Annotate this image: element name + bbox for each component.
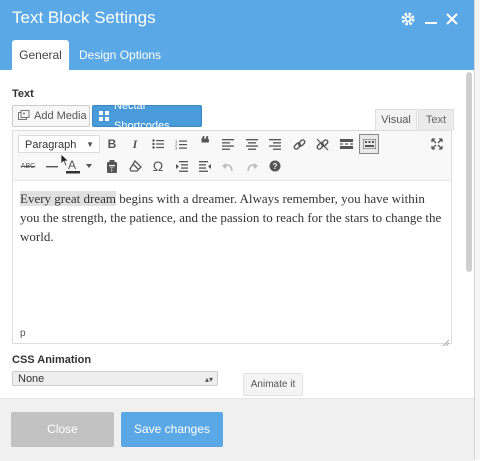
element-path: p: [20, 328, 26, 339]
scrollbar[interactable]: [466, 72, 472, 272]
animate-it-button[interactable]: Animate it: [243, 373, 303, 396]
gear-icon[interactable]: [398, 9, 418, 29]
paste-text-icon[interactable]: T: [102, 156, 122, 176]
tab-visual[interactable]: Visual: [375, 109, 417, 130]
text-block-settings-dialog: Text Block Settings General Design Optio…: [0, 0, 475, 461]
align-center-icon[interactable]: [242, 134, 262, 154]
format-select[interactable]: Paragraph ▼: [18, 135, 100, 153]
special-character-icon[interactable]: Ω: [148, 156, 168, 176]
text-section-label: Text: [12, 88, 34, 100]
italic-icon[interactable]: I: [125, 134, 145, 154]
text-editor: Paragraph ▼ B I 123 ❝ ABC A T Ω ? Every …: [12, 130, 452, 347]
css-animation-select[interactable]: None ▴▾: [12, 371, 218, 386]
close-button[interactable]: Close: [11, 412, 114, 447]
css-animation-value: None: [18, 373, 45, 385]
help-icon[interactable]: ?: [265, 156, 285, 176]
svg-text:?: ?: [273, 162, 278, 171]
fullscreen-icon[interactable]: [427, 134, 447, 154]
svg-text:3: 3: [175, 145, 178, 150]
numbered-list-icon[interactable]: 123: [171, 134, 191, 154]
align-left-icon[interactable]: [218, 134, 238, 154]
strikethrough-icon[interactable]: ABC: [18, 156, 38, 176]
tab-text[interactable]: Text: [418, 109, 454, 130]
add-media-label: Add Media: [34, 110, 87, 122]
editor-toolbar: Paragraph ▼ B I 123 ❝ ABC A T Ω ?: [13, 131, 451, 181]
dialog-title: Text Block Settings: [12, 8, 156, 27]
horizontal-line-icon[interactable]: [42, 156, 62, 176]
undo-icon[interactable]: [218, 156, 238, 176]
bullet-list-icon[interactable]: [148, 134, 168, 154]
tab-general[interactable]: General: [12, 40, 69, 70]
close-icon[interactable]: [442, 9, 462, 29]
nectar-icon: [98, 110, 110, 122]
tab-design-options[interactable]: Design Options: [79, 40, 161, 70]
editor-content[interactable]: Every great dream begins with a dreamer.…: [20, 189, 445, 246]
css-animation-label: CSS Animation: [12, 354, 92, 366]
blockquote-icon[interactable]: ❝: [195, 134, 215, 154]
mouse-cursor-icon: [60, 153, 70, 167]
unlink-icon[interactable]: [312, 134, 332, 154]
select-arrows-icon: ▴▾: [204, 375, 213, 384]
save-changes-button[interactable]: Save changes: [121, 412, 223, 447]
dialog-footer: Close Save changes: [0, 398, 474, 461]
format-select-value: Paragraph: [25, 139, 77, 151]
resize-handle-icon[interactable]: [441, 333, 450, 347]
svg-text:T: T: [110, 168, 114, 173]
align-right-icon[interactable]: [265, 134, 285, 154]
read-more-icon[interactable]: [336, 134, 356, 154]
bold-icon[interactable]: B: [102, 134, 122, 154]
link-icon[interactable]: [289, 134, 309, 154]
indent-icon[interactable]: [195, 156, 215, 176]
toolbar-toggle-icon[interactable]: [359, 134, 379, 154]
chevron-down-icon: ▼: [86, 140, 94, 149]
media-icon: [18, 110, 30, 122]
dialog-header: Text Block Settings General Design Optio…: [0, 0, 474, 70]
clear-formatting-icon[interactable]: [125, 156, 145, 176]
add-media-button[interactable]: Add Media: [12, 105, 90, 127]
nectar-shortcodes-button[interactable]: Nectar Shortcodes: [92, 100, 202, 132]
redo-icon[interactable]: [242, 156, 262, 176]
outdent-icon[interactable]: [171, 156, 191, 176]
selected-text: Every great dream: [20, 191, 117, 206]
background-page-edge: [475, 0, 480, 460]
minimize-icon[interactable]: [421, 9, 441, 29]
